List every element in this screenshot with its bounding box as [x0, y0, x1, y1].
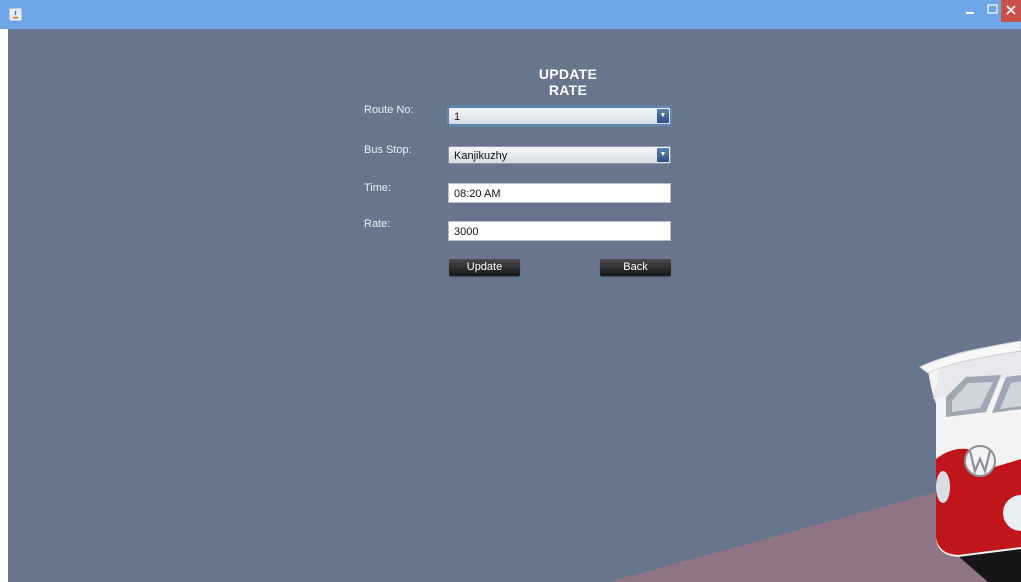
minimize-icon — [966, 12, 974, 14]
back-button[interactable]: Back — [600, 259, 671, 276]
vw-bus-illustration — [608, 340, 1021, 582]
route-no-label: Route No: — [364, 104, 414, 116]
close-icon — [1006, 5, 1016, 15]
window-titlebar[interactable] — [0, 0, 1021, 29]
page-title: UPDATE RATE — [538, 66, 598, 98]
minimize-button[interactable] — [957, 0, 983, 22]
time-value: 08:20 AM — [454, 188, 501, 200]
rate-label: Rate: — [364, 218, 391, 230]
maximize-icon — [987, 4, 998, 14]
close-button[interactable] — [1001, 0, 1021, 22]
update-rate-panel: UPDATE RATE Route No: 1 ▼ Bus Stop: Kanj… — [8, 29, 1021, 582]
chevron-down-icon[interactable]: ▼ — [657, 109, 669, 123]
bus-stop-value: Kanjikuzhy — [454, 150, 508, 162]
route-no-value: 1 — [454, 111, 461, 123]
rate-value: 3000 — [454, 226, 479, 238]
time-field[interactable]: 08:20 AM — [448, 183, 671, 203]
chevron-down-icon[interactable]: ▼ — [657, 148, 669, 162]
bus-stop-label: Bus Stop: — [364, 144, 412, 156]
update-button[interactable]: Update — [449, 259, 520, 276]
time-label: Time: — [364, 182, 392, 194]
maximize-button[interactable] — [984, 0, 1001, 22]
rate-field[interactable]: 3000 — [448, 221, 671, 241]
bus-stop-dropdown[interactable]: Kanjikuzhy ▼ — [448, 146, 671, 164]
java-app-icon — [9, 8, 22, 21]
route-no-dropdown[interactable]: 1 ▼ — [448, 107, 671, 125]
